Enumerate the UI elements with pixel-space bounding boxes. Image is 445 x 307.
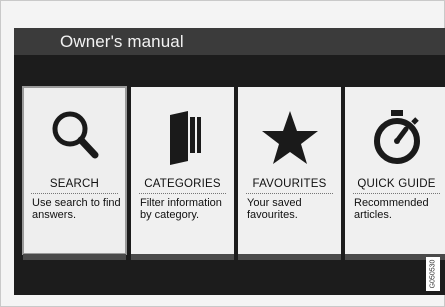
search-card[interactable]: SEARCH Use search to find answers. — [22, 86, 127, 255]
card-title: SEARCH — [49, 178, 100, 190]
card-description: Recommended articles. — [354, 197, 429, 221]
card-divider — [246, 193, 333, 194]
stopwatch-icon — [345, 105, 445, 169]
card-title: CATEGORIES — [144, 178, 221, 190]
card-shadow — [23, 254, 126, 260]
card-shadow — [131, 254, 234, 260]
image-code-label: G050530 — [426, 257, 440, 291]
card-divider — [31, 193, 118, 194]
card-title: QUICK GUIDE — [357, 178, 436, 190]
page-title: Owner's manual — [60, 32, 184, 51]
figure-frame: Owner's manual SEARCH Use search to find… — [0, 0, 445, 307]
favourites-card[interactable]: FAVOURITES Your saved favourites. — [238, 87, 341, 254]
star-icon — [238, 105, 341, 169]
quick-guide-card[interactable]: QUICK GUIDE Recommended articles. — [345, 87, 445, 254]
card-description: Your saved favourites. — [247, 197, 302, 221]
card-divider — [353, 193, 440, 194]
categories-card[interactable]: CATEGORIES Filter information by categor… — [131, 87, 234, 254]
categories-icon — [131, 105, 234, 169]
infotainment-screen: Owner's manual SEARCH Use search to find… — [14, 28, 445, 295]
card-shadow — [238, 254, 341, 260]
card-title: FAVOURITES — [252, 178, 327, 190]
card-description: Filter information by category. — [140, 197, 222, 221]
card-divider — [139, 193, 226, 194]
title-bar: Owner's manual — [14, 28, 445, 55]
card-description: Use search to find answers. — [32, 197, 121, 221]
search-icon — [23, 105, 126, 169]
image-code: G050530 — [429, 259, 437, 289]
